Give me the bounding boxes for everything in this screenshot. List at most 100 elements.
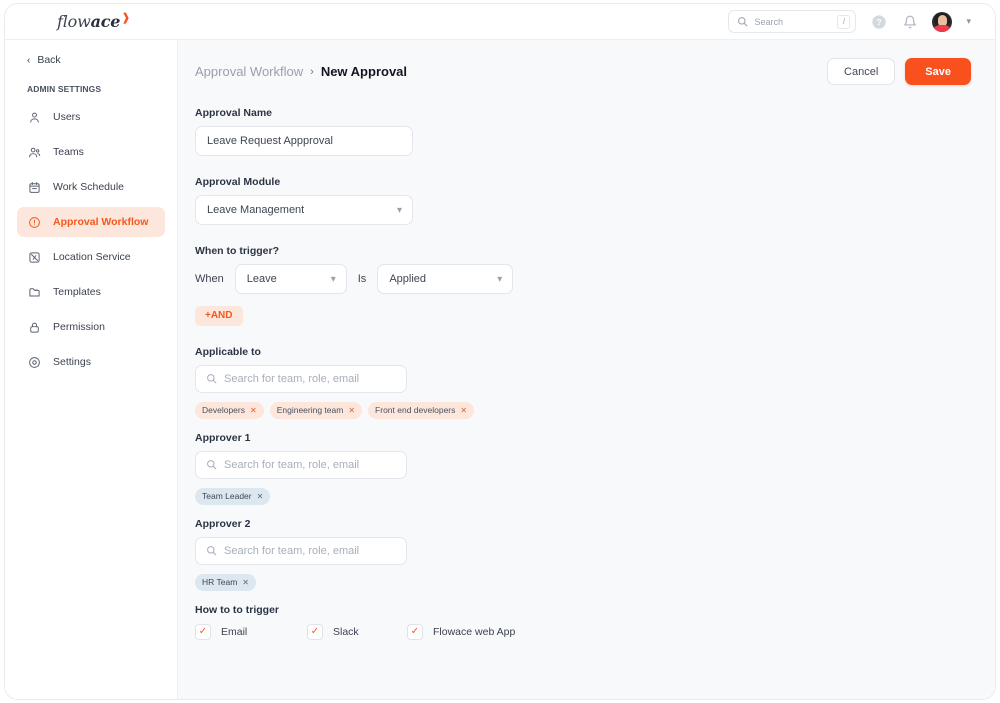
approval-name-input[interactable]: Leave Request Appproval bbox=[195, 126, 413, 156]
approval-form: Approval Name Leave Request Appproval Ap… bbox=[178, 85, 995, 640]
sidebar-item-teams[interactable]: Teams bbox=[17, 137, 165, 167]
chip-label: Developers bbox=[202, 405, 245, 415]
sidebar-item-label: Work Schedule bbox=[53, 181, 125, 193]
user-avatar[interactable] bbox=[932, 11, 953, 32]
app-logo[interactable]: flow ace ❱ bbox=[57, 11, 131, 31]
sidebar-item-label: Users bbox=[53, 111, 81, 123]
header-actions: Cancel Save bbox=[827, 58, 971, 85]
help-circle-glyph: ? bbox=[872, 14, 886, 29]
sidebar-item-location-service[interactable]: Location Service bbox=[17, 242, 165, 272]
sidebar-item-settings[interactable]: Settings bbox=[17, 347, 165, 377]
sidebar-item-label: Settings bbox=[53, 356, 91, 368]
sidebar-item-label: Templates bbox=[53, 286, 101, 298]
bell-icon[interactable] bbox=[901, 13, 918, 30]
check-icon[interactable]: ✓ bbox=[307, 623, 323, 640]
checkbox-option-flowace-web-app[interactable]: ✓ Flowace web App bbox=[407, 623, 516, 640]
main-panel: Approval Workflow › New Approval Cancel … bbox=[178, 40, 995, 699]
search-icon bbox=[207, 546, 217, 556]
approver-2-placeholder: Search for team, role, email bbox=[224, 544, 360, 557]
cancel-button[interactable]: Cancel bbox=[827, 58, 896, 85]
chevron-down-icon: ▾ bbox=[497, 273, 503, 285]
chip-remove-icon[interactable]: ✕ bbox=[460, 406, 467, 415]
when-value: Leave bbox=[246, 273, 277, 285]
chip-label: Front end developers bbox=[375, 405, 456, 415]
chip[interactable]: Developers ✕ bbox=[195, 401, 264, 419]
sidebar-section-label: ADMIN SETTINGS bbox=[27, 84, 102, 94]
chip[interactable]: Team Leader ✕ bbox=[195, 487, 271, 505]
chip-remove-icon[interactable]: ✕ bbox=[348, 406, 355, 415]
breadcrumb: Approval Workflow › New Approval bbox=[195, 64, 407, 79]
field-applicable-to: Applicable to Search for team, role, ema… bbox=[195, 346, 995, 419]
field-approver-2: Approver 2 Search for team, role, email … bbox=[195, 518, 995, 591]
search-icon bbox=[207, 460, 217, 470]
applicable-to-chip-list: Developers ✕ Engineering team ✕ Front en… bbox=[195, 401, 995, 419]
chip-remove-icon[interactable]: ✕ bbox=[242, 578, 249, 587]
folder-icon bbox=[27, 285, 42, 300]
help-circle-icon[interactable]: ? bbox=[870, 13, 887, 30]
sidebar-item-permission[interactable]: Permission bbox=[17, 312, 165, 342]
chip-label: Team Leader bbox=[202, 491, 252, 501]
profile-chevron-down-icon[interactable]: ▾ bbox=[966, 16, 971, 27]
sidebar-item-users[interactable]: Users bbox=[17, 102, 165, 132]
field-approval-module: Approval Module Leave Management ▾ bbox=[195, 176, 995, 225]
approver-1-placeholder: Search for team, role, email bbox=[224, 458, 360, 471]
sidebar-item-label: Permission bbox=[53, 321, 105, 333]
approver-2-label: Approver 2 bbox=[195, 517, 251, 530]
chip[interactable]: HR Team ✕ bbox=[195, 573, 256, 591]
check-icon[interactable]: ✓ bbox=[195, 623, 211, 640]
bell-glyph bbox=[904, 15, 916, 28]
approver-1-search-input[interactable]: Search for team, role, email bbox=[195, 450, 407, 479]
gear-icon bbox=[27, 355, 42, 370]
when-to-trigger-label: When to trigger? bbox=[195, 245, 279, 257]
check-icon[interactable]: ✓ bbox=[407, 623, 423, 640]
sidebar-item-label: Location Service bbox=[53, 251, 131, 263]
approver-1-chip-list: Team Leader ✕ bbox=[195, 487, 995, 505]
approval-module-value: Leave Management bbox=[207, 204, 305, 216]
global-search-input[interactable]: Search / bbox=[728, 10, 857, 33]
checkbox-label: Flowace web App bbox=[433, 625, 516, 638]
approval-name-label: Approval Name bbox=[195, 107, 273, 119]
chip[interactable]: Front end developers ✕ bbox=[368, 401, 475, 419]
alert-circle-icon bbox=[27, 215, 42, 230]
when-select[interactable]: Leave ▾ bbox=[234, 264, 347, 294]
checkbox-option-slack[interactable]: ✓ Slack bbox=[307, 623, 407, 640]
sidebar-item-approval-workflow[interactable]: Approval Workflow bbox=[17, 207, 165, 237]
approval-module-select[interactable]: Leave Management ▾ bbox=[195, 195, 413, 225]
field-approval-name: Approval Name Leave Request Appproval bbox=[195, 107, 995, 156]
location-off-icon bbox=[27, 250, 42, 265]
page-title: New Approval bbox=[320, 64, 408, 79]
how-to-trigger-options: ✓ Email ✓ Slack ✓ Flowace web App bbox=[195, 623, 995, 640]
chip-remove-icon[interactable]: ✕ bbox=[257, 492, 264, 501]
sidebar-item-templates[interactable]: Templates bbox=[17, 277, 165, 307]
how-to-trigger-label: How to to trigger bbox=[195, 603, 279, 616]
back-button[interactable]: ‹ Back bbox=[27, 54, 177, 66]
chevron-down-icon: ▾ bbox=[396, 204, 402, 216]
chip-label: HR Team bbox=[202, 577, 238, 587]
chip-label: Engineering team bbox=[276, 405, 344, 415]
chip-remove-icon[interactable]: ✕ bbox=[250, 406, 257, 415]
applicable-to-label: Applicable to bbox=[195, 345, 261, 358]
breadcrumb-parent-link[interactable]: Approval Workflow bbox=[195, 64, 303, 79]
chip[interactable]: Engineering team ✕ bbox=[269, 401, 363, 419]
svg-text:?: ? bbox=[876, 17, 881, 27]
add-and-condition-button[interactable]: +AND bbox=[195, 305, 243, 326]
save-button[interactable]: Save bbox=[905, 58, 971, 85]
applicable-to-placeholder: Search for team, role, email bbox=[224, 372, 360, 385]
top-bar-actions: Search / ? ▾ bbox=[728, 10, 971, 33]
users-icon bbox=[27, 145, 42, 160]
top-bar: flow ace ❱ Search / ? ▾ bbox=[5, 4, 995, 40]
checkbox-option-email[interactable]: ✓ Email bbox=[195, 623, 307, 640]
applicable-to-search-input[interactable]: Search for team, role, email bbox=[195, 364, 407, 393]
field-approver-1: Approver 1 Search for team, role, email … bbox=[195, 432, 995, 505]
calendar-icon bbox=[27, 180, 42, 195]
sidebar-item-label: Teams bbox=[53, 146, 84, 158]
approver-1-label: Approver 1 bbox=[195, 431, 251, 444]
sidebar-item-work-schedule[interactable]: Work Schedule bbox=[17, 172, 165, 202]
checkbox-label: Email bbox=[221, 625, 248, 638]
chevron-left-icon: ‹ bbox=[27, 54, 31, 66]
approver-2-search-input[interactable]: Search for team, role, email bbox=[195, 536, 407, 565]
trigger-condition-row: When Leave ▾ Is Applied ▾ bbox=[195, 264, 995, 294]
is-select[interactable]: Applied ▾ bbox=[377, 264, 514, 294]
search-shortcut-badge: / bbox=[837, 14, 851, 29]
global-search-placeholder: Search bbox=[754, 16, 783, 27]
